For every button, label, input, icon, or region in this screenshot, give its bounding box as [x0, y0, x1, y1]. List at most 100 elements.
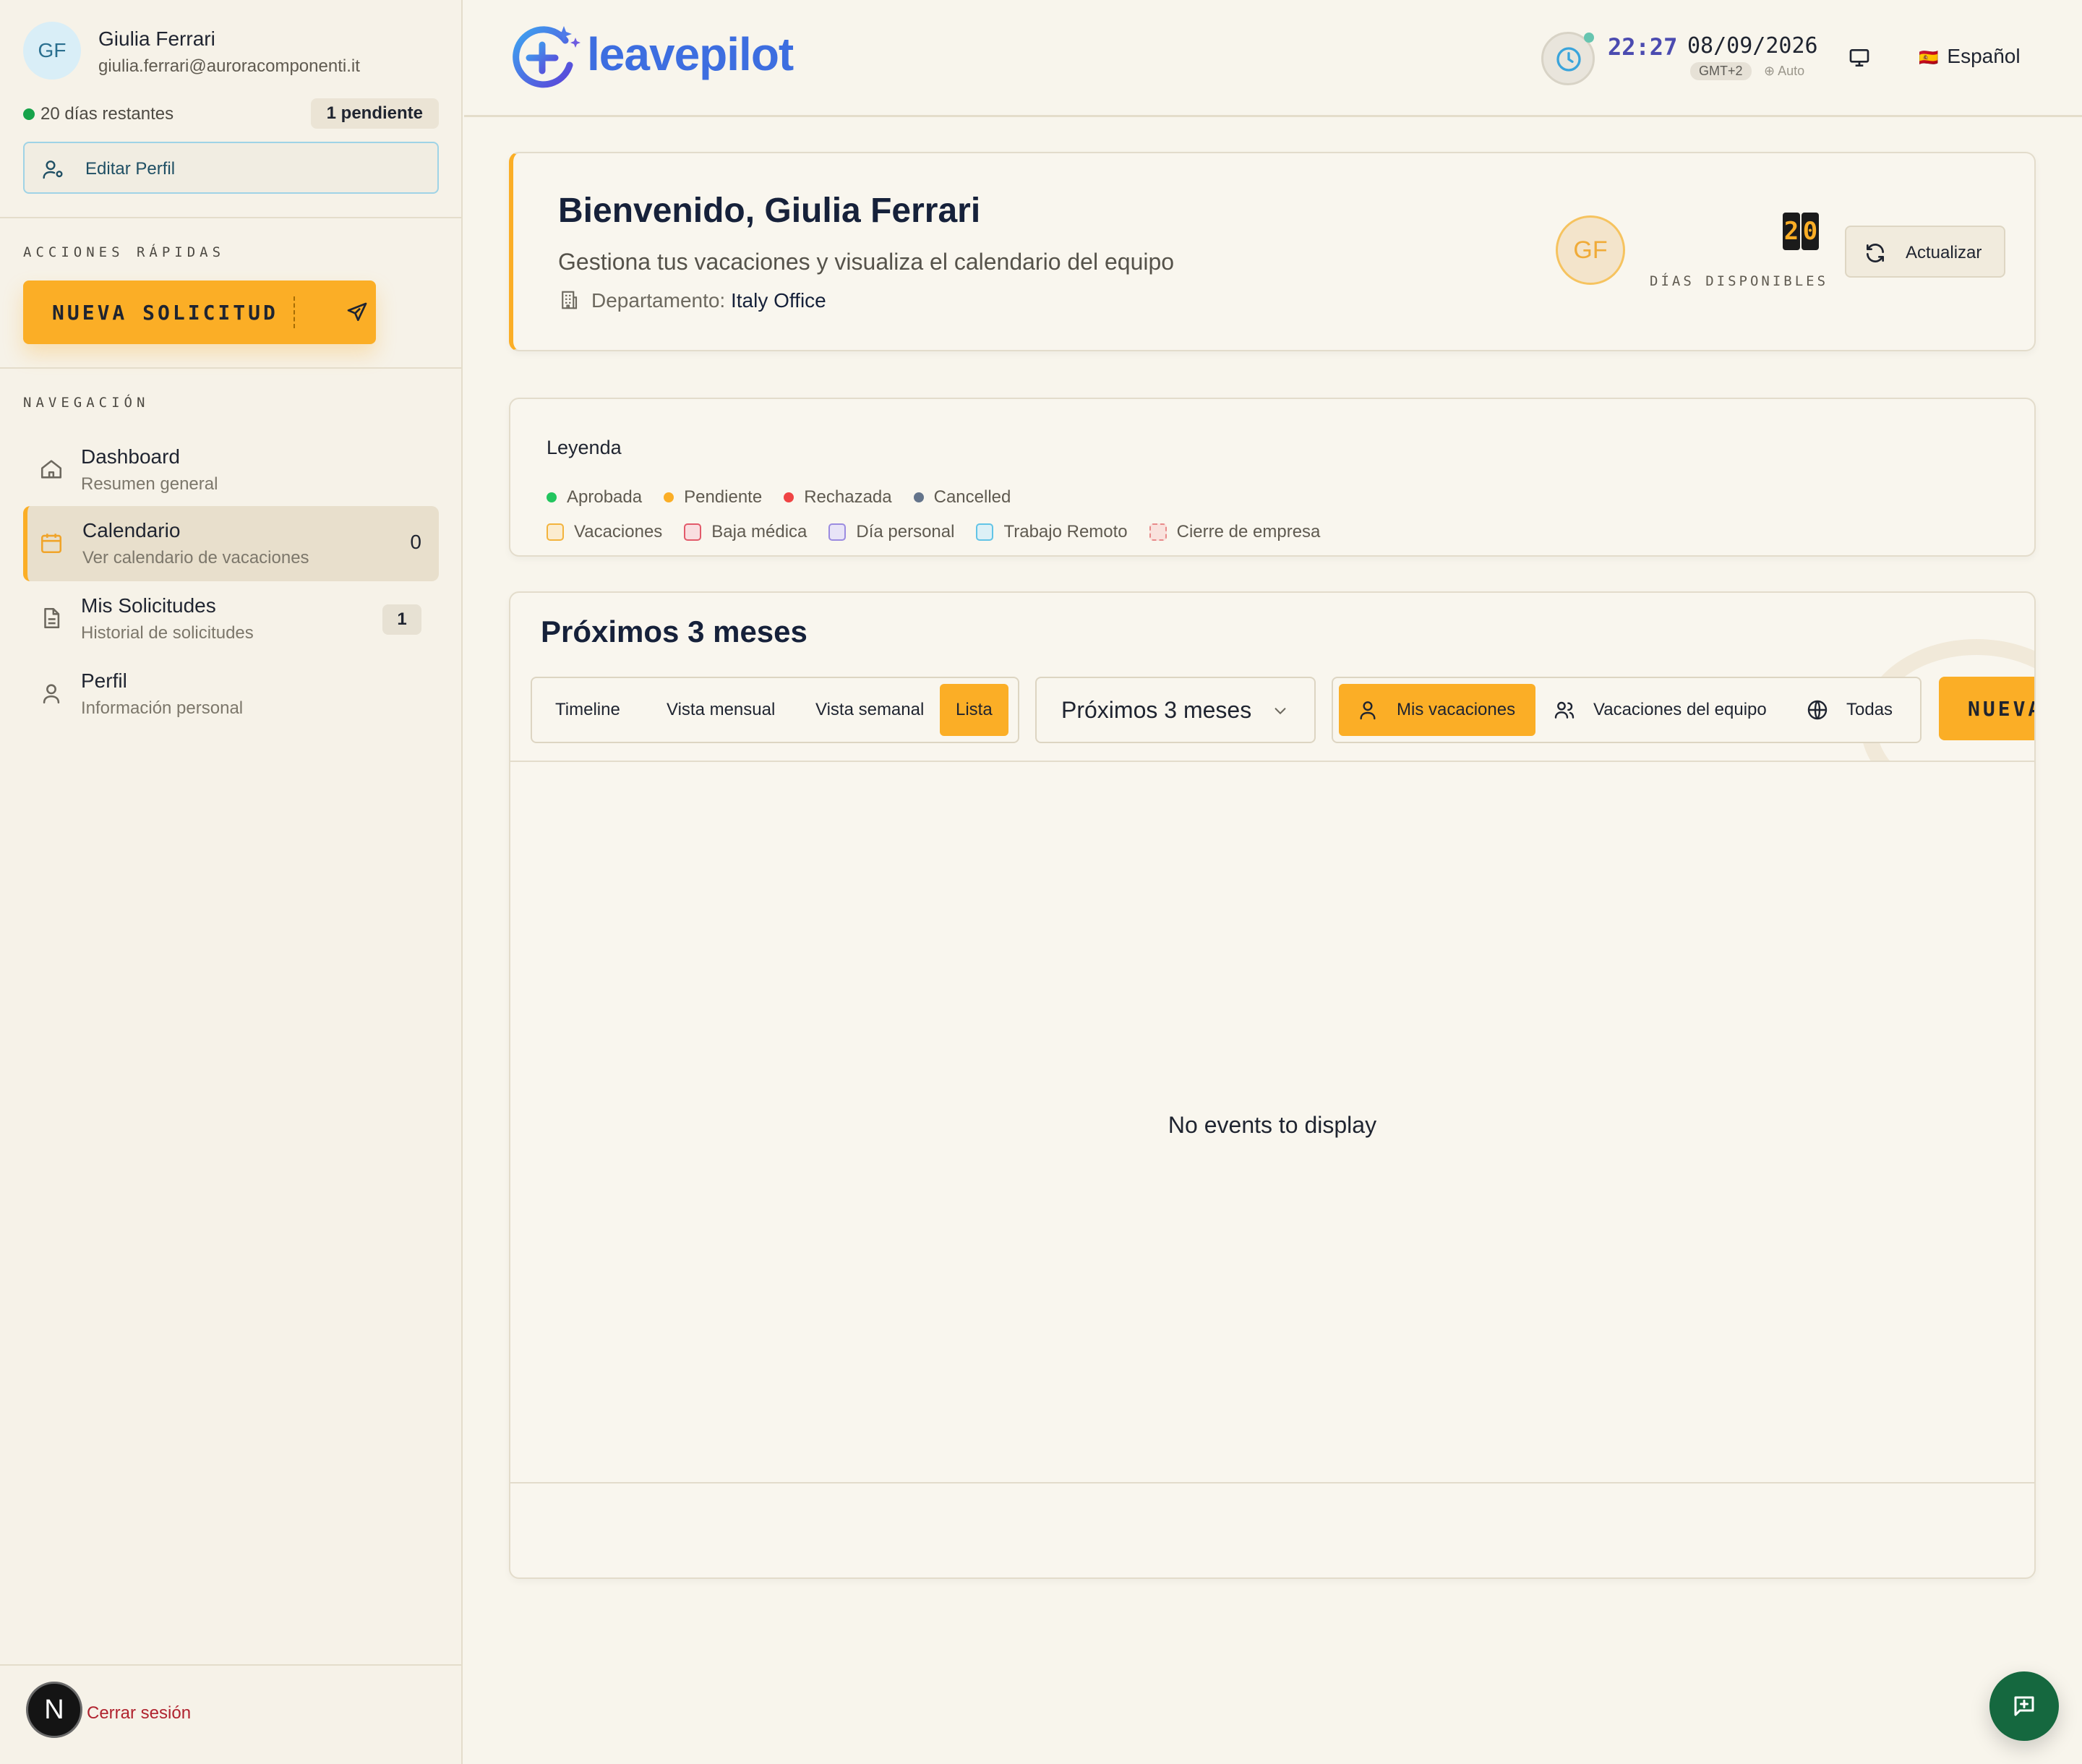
legend-status-row: Aprobada Pendiente Rechazada Cancelled	[547, 487, 1032, 508]
logo-plus-icon	[513, 26, 581, 88]
timezone-badge: GMT+2	[1690, 62, 1752, 80]
button-separator	[294, 296, 295, 328]
edit-profile-label: Editar Perfil	[85, 159, 176, 179]
sidebar-divider	[0, 217, 463, 218]
tab-vista-semanal[interactable]: Vista semanal	[800, 684, 940, 736]
legend-label: Baja médica	[711, 522, 807, 541]
language-selector[interactable]: 🇪🇸 Español	[1919, 45, 2021, 68]
view-switcher: Timeline Vista mensual Vista semanal Lis…	[531, 677, 1019, 743]
dot-icon	[547, 492, 557, 502]
monitor-icon[interactable]	[1846, 46, 1872, 69]
welcome-card: Bienvenido, Giulia Ferrari Gestiona tus …	[509, 152, 2036, 351]
sidebar-item-subtitle: Resumen general	[81, 474, 218, 494]
counter-digit: 2	[1783, 213, 1800, 250]
home-icon	[40, 460, 62, 479]
sidebar-item-title: Calendario	[82, 519, 181, 541]
sidebar: GF Giulia Ferrari giulia.ferrari@aurorac…	[0, 0, 463, 1764]
nav-title: NAVEGACIÓN	[23, 395, 150, 411]
status-dot-icon	[1584, 33, 1594, 43]
sidebar-divider	[0, 367, 463, 369]
sidebar-item-subtitle: Información personal	[81, 698, 244, 718]
logo-text: leavepilot	[587, 28, 794, 80]
sidebar-item-count: 0	[410, 531, 421, 553]
clock-button[interactable]	[1541, 32, 1595, 85]
filter-todas[interactable]: Todas	[1796, 684, 1916, 736]
top-header: leavepilot 22:27 08/09/2026 GMT+2 ⊕ Auto…	[464, 0, 2082, 117]
empty-state-message: No events to display	[1168, 1112, 1377, 1138]
sidebar-item-count-badge: 1	[382, 604, 421, 635]
sidebar-item-perfil[interactable]: Perfil Información personal	[23, 656, 439, 732]
welcome-avatar: GF	[1556, 215, 1625, 285]
days-available-label: DÍAS DISPONIBLES	[1650, 273, 1829, 289]
new-request-label: NUEVA SOLICITUD	[52, 301, 278, 325]
legend-label: Aprobada	[567, 487, 643, 507]
user-email: giulia.ferrari@auroracomponenti.it	[98, 56, 360, 76]
sidebar-item-title: Mis Solicitudes	[81, 594, 216, 617]
globe-icon	[1807, 700, 1828, 720]
legend-label: Día personal	[856, 522, 955, 541]
range-select[interactable]: Próximos 3 meses	[1035, 677, 1316, 743]
filter-label: Mis vacaciones	[1397, 700, 1516, 719]
tab-vista-mensual[interactable]: Vista mensual	[651, 684, 791, 736]
feedback-button[interactable]	[1989, 1671, 2059, 1741]
filter-label: Todas	[1846, 700, 1893, 719]
dot-icon	[784, 492, 794, 502]
swatch-icon	[547, 523, 564, 541]
event-list: No events to display	[510, 761, 2034, 1483]
logo[interactable]: leavepilot	[509, 19, 885, 98]
sidebar-item-subtitle: Historial de solicitudes	[81, 623, 254, 643]
filter-vacaciones-equipo[interactable]: Vacaciones del equipo	[1543, 684, 1786, 736]
legend-label: Cancelled	[933, 487, 1011, 507]
legend-item-cancelled: Cancelled	[913, 487, 1011, 508]
legend-item-pendiente: Pendiente	[664, 487, 762, 508]
legend-item-trabajo-remoto: Trabajo Remoto	[976, 522, 1128, 542]
legend-item-baja-medica: Baja médica	[684, 522, 807, 542]
edit-profile-button[interactable]: Editar Perfil	[23, 142, 439, 194]
refresh-label: Actualizar	[1906, 243, 1982, 262]
department-label: Departamento:	[591, 289, 726, 312]
logout-link[interactable]: Cerrar sesión	[87, 1703, 191, 1724]
legend-title: Leyenda	[547, 437, 622, 458]
send-icon	[347, 302, 367, 321]
filter-label: Vacaciones del equipo	[1593, 700, 1767, 719]
tab-lista[interactable]: Lista	[940, 684, 1008, 736]
flag-es-icon: 🇪🇸	[1919, 48, 1939, 67]
swatch-icon	[684, 523, 702, 541]
user-icon	[1360, 701, 1376, 720]
swatch-icon	[828, 523, 847, 541]
dot-icon	[913, 492, 924, 502]
legend-type-row: Vacaciones Baja médica Día personal Trab…	[547, 522, 1342, 542]
tab-timeline[interactable]: Timeline	[539, 684, 636, 736]
refresh-icon	[1867, 244, 1884, 262]
sidebar-item-dashboard[interactable]: Dashboard Resumen general	[23, 432, 439, 508]
sidebar-item-subtitle: Ver calendario de vacaciones	[82, 548, 309, 568]
pending-badge: 1 pendiente	[310, 98, 439, 129]
logout-avatar[interactable]: N	[26, 1682, 82, 1738]
department-line: Departamento: Italy Office	[558, 289, 826, 312]
legend-item-dia-personal: Día personal	[828, 522, 954, 542]
user-cog-icon	[43, 160, 63, 179]
building-icon	[562, 291, 578, 309]
sidebar-item-mis-solicitudes[interactable]: Mis Solicitudes Historial de solicitudes…	[23, 581, 439, 656]
calendar-title: Próximos 3 meses	[541, 615, 807, 648]
timezone-mode: ⊕ Auto	[1764, 64, 1805, 78]
refresh-button[interactable]: Actualizar	[1845, 226, 2005, 278]
swatch-icon	[1149, 523, 1167, 541]
legend-card: Leyenda Aprobada Pendiente Rechazada Can…	[509, 398, 2036, 557]
sidebar-item-calendario[interactable]: Calendario Ver calendario de vacaciones …	[23, 506, 439, 581]
calendar-card: Próximos 3 meses Timeline Vista mensual …	[509, 591, 2036, 1579]
timezone-mode-label: Auto	[1778, 64, 1805, 78]
new-request-button-calendar[interactable]: NUEVA	[1939, 677, 2034, 740]
user-icon	[43, 684, 60, 704]
legend-label: Pendiente	[684, 487, 763, 507]
filter-mis-vacaciones[interactable]: Mis vacaciones	[1339, 684, 1535, 736]
language-label: Español	[1947, 45, 2021, 67]
user-name: Giulia Ferrari	[98, 27, 215, 50]
new-request-button[interactable]: NUEVA SOLICITUD	[23, 281, 376, 344]
counter-digit: 0	[1802, 213, 1819, 250]
legend-label: Rechazada	[804, 487, 892, 507]
days-remaining: 20 días restantes	[40, 104, 174, 124]
welcome-subtitle: Gestiona tus vacaciones y visualiza el c…	[558, 249, 1175, 275]
avatar: GF	[23, 22, 81, 80]
legend-item-rechazada: Rechazada	[784, 487, 892, 508]
